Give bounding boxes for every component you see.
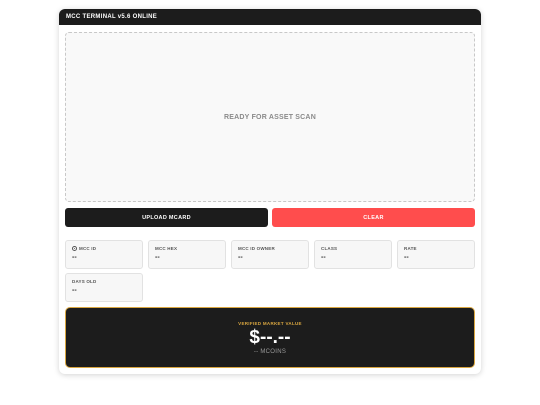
title-bar: MCC TERMINAL v5.6 ONLINE	[59, 9, 481, 25]
market-value-amount: $--.--	[249, 326, 291, 348]
field-card-mcc-id-owner: MCC ID OWNER --	[231, 240, 309, 269]
field-label: DAYS OLD	[72, 279, 97, 284]
field-value: --	[72, 254, 77, 261]
field-label: MCC ID OWNER	[238, 246, 275, 251]
field-value: --	[72, 287, 77, 294]
market-value-unit: -- MCOINS	[253, 348, 287, 355]
clear-button[interactable]: CLEAR	[272, 208, 475, 227]
field-label: CLASS	[321, 246, 338, 251]
field-label: RATE	[404, 246, 417, 251]
field-card-class: CLASS --	[314, 240, 392, 269]
field-value: --	[155, 254, 160, 261]
field-card-rate: RATE --	[397, 240, 475, 269]
scan-drop-zone[interactable]: READY FOR ASSET SCAN	[65, 32, 475, 202]
market-value-panel: VERIFIED MARKET VALUE $--.-- -- MCOINS	[65, 307, 475, 368]
terminal-window: MCC TERMINAL v5.6 ONLINE READY FOR ASSET…	[59, 9, 481, 374]
window-title: MCC TERMINAL v5.6 ONLINE	[66, 14, 158, 20]
upload-mcard-button[interactable]: UPLOAD MCARD	[65, 208, 268, 227]
field-value: --	[321, 254, 326, 261]
field-label: MCC HEX	[155, 246, 178, 251]
scan-status-text: READY FOR ASSET SCAN	[224, 113, 316, 121]
id-icon	[72, 246, 77, 251]
field-value: --	[238, 254, 243, 261]
field-label: MCC ID	[79, 246, 97, 251]
field-value: --	[404, 254, 409, 261]
field-card-mcc-hex: MCC HEX --	[148, 240, 226, 269]
market-value-label: VERIFIED MARKET VALUE	[238, 320, 302, 326]
field-card-mcc-id: MCC ID --	[65, 240, 143, 269]
field-card-days-old: DAYS OLD --	[65, 273, 143, 302]
